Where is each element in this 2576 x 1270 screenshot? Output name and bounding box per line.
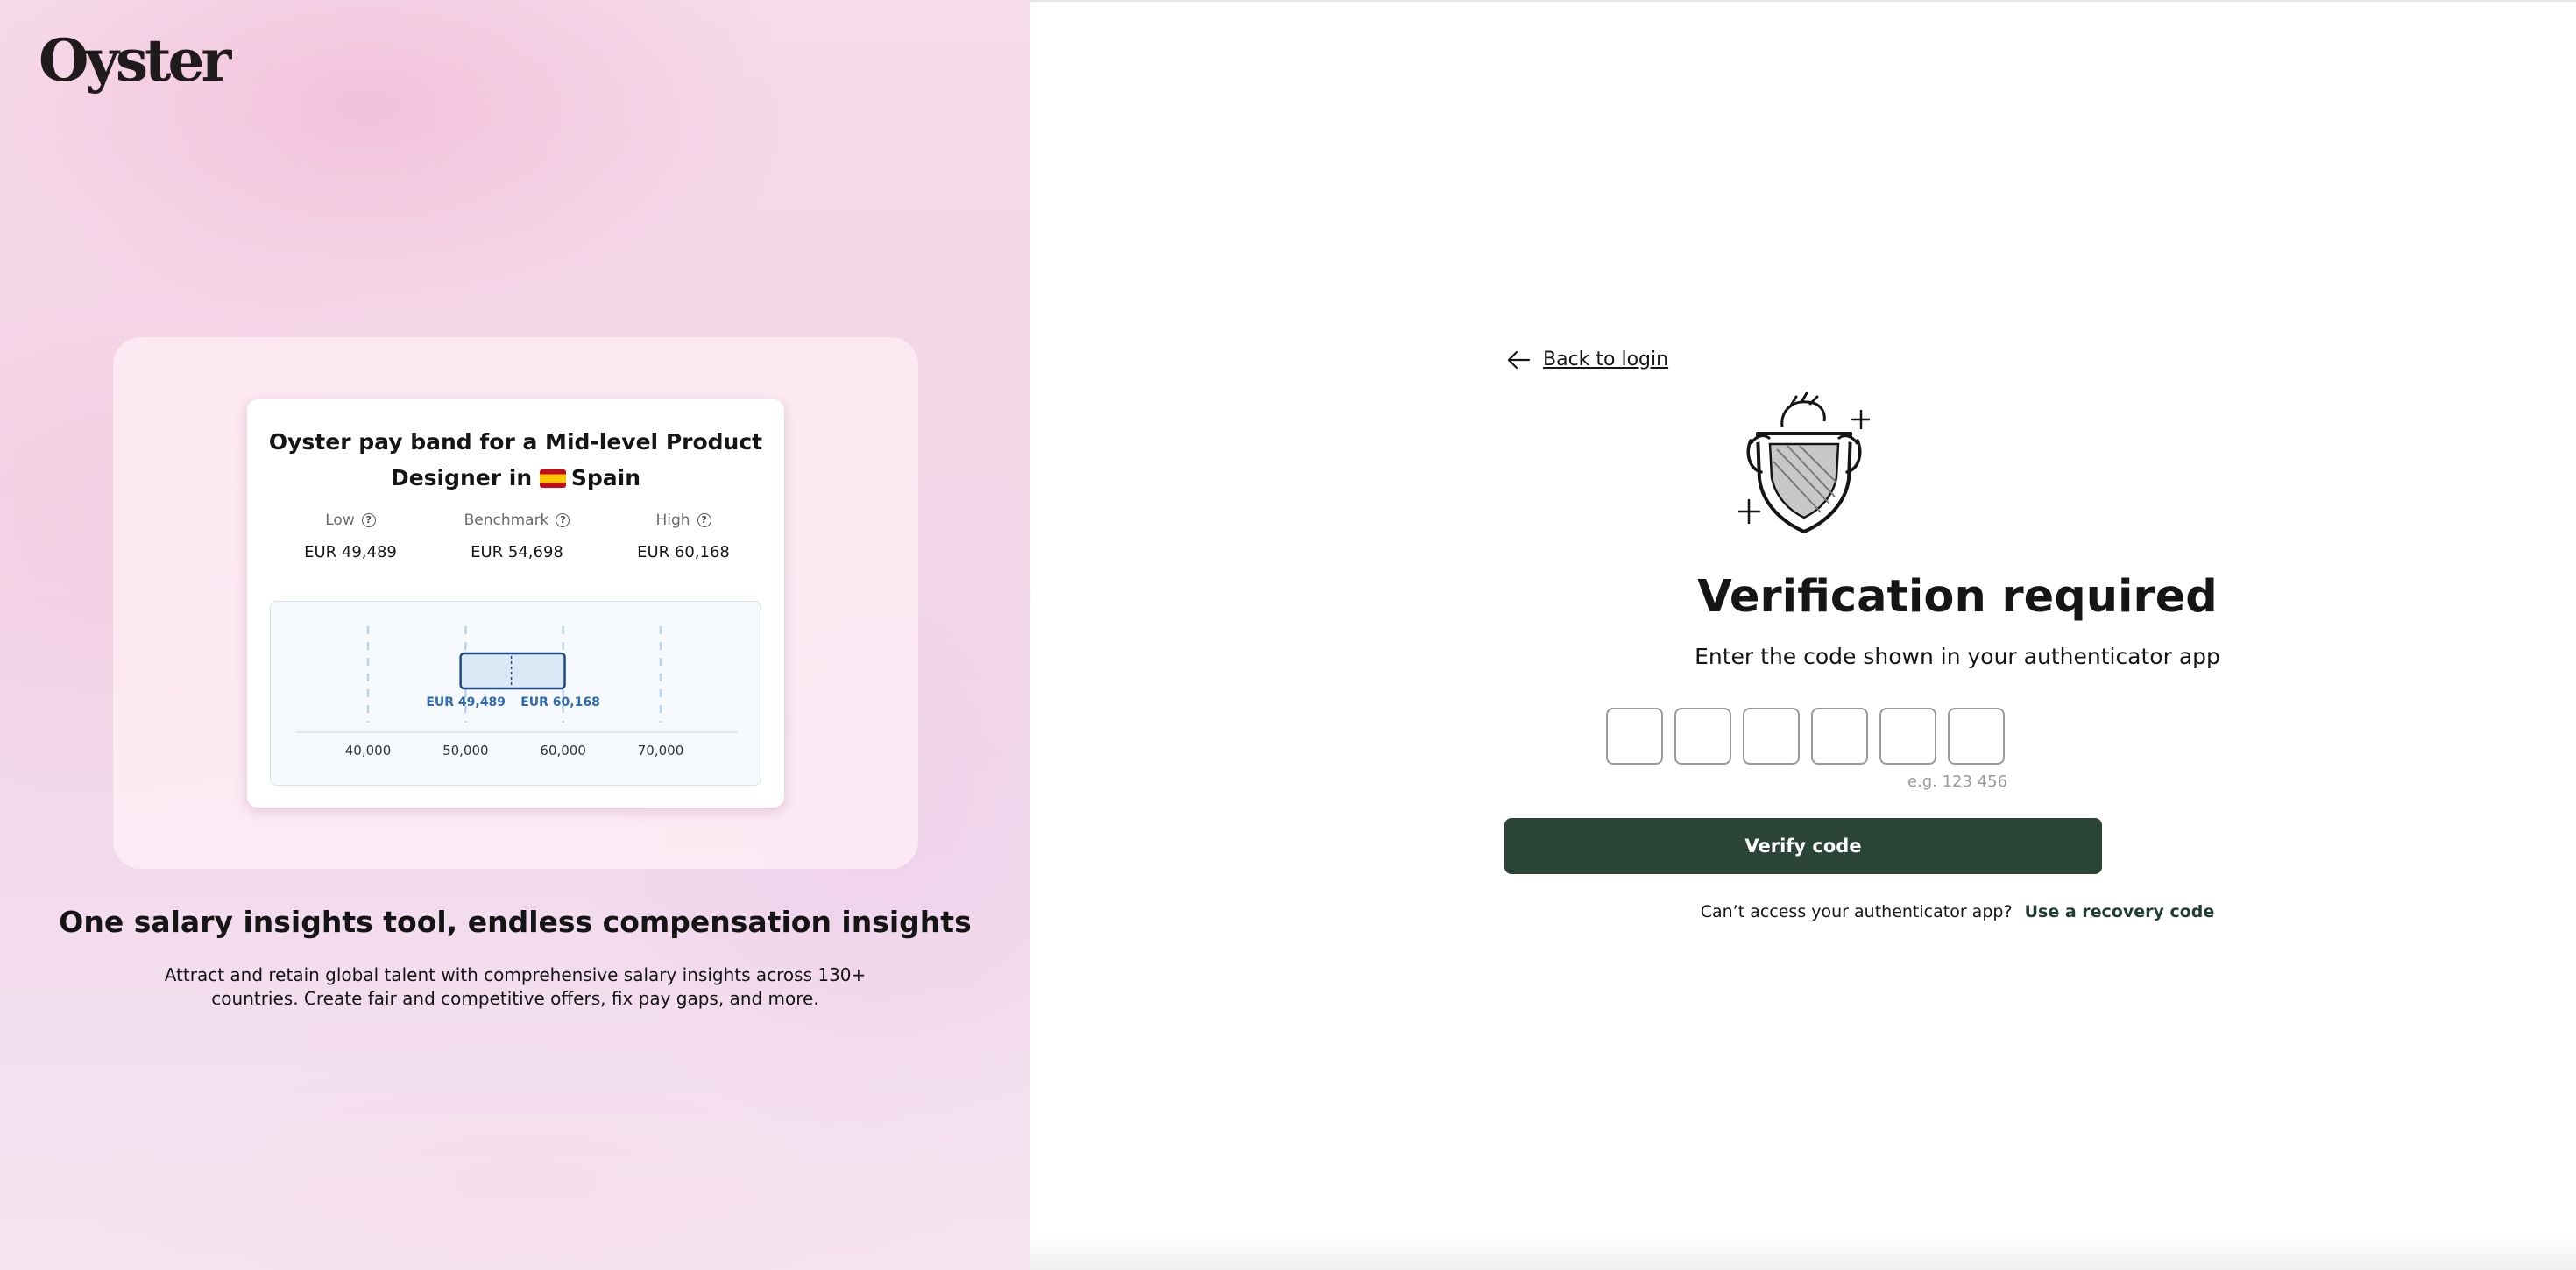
pay-band-title-prefix: Designer in [390,465,533,490]
code-digit-4[interactable] [1811,708,1868,765]
arrow-left-icon [1507,350,1531,369]
pay-band-title-line2: Designer in Spain [247,460,784,496]
promo-panel: Oyster Oyster pay band for a Mid-level P… [0,0,1030,1270]
pay-band-title-line1: Oyster pay band for a Mid-level Product [268,429,763,455]
code-digit-2[interactable] [1674,708,1731,765]
spain-flag-icon [539,469,566,488]
code-digit-6[interactable] [1948,708,2005,765]
stat-high-value: EUR 60,168 [637,543,730,561]
stat-low-value: EUR 49,489 [304,543,397,561]
auth-panel: Back to login Verification required Ente… [1030,0,2576,1270]
recovery-prompt: Can’t access your authenticator app? [1700,902,2013,921]
bottom-shadow [1030,1235,2576,1270]
pay-band-country: Spain [570,465,641,490]
stat-benchmark-label: Benchmark [464,512,549,529]
verify-code-button[interactable]: Verify code [1504,818,2102,874]
stat-high: High? EUR 60,168 [605,512,762,561]
use-recovery-code-link[interactable]: Use a recovery code [2025,902,2215,921]
promo-heading: One salary insights tool, endless compen… [59,905,972,939]
stat-benchmark-value: EUR 54,698 [471,543,563,561]
promo-description: Attract and retain global talent with co… [164,964,867,1009]
code-input-group [1606,708,2005,765]
help-icon[interactable]: ? [697,513,711,527]
pay-band-chart-svg: 40,000 50,000 60,000 70,000 EUR 49,489 EUR 60… [295,626,738,758]
verification-title: Verification required [1697,571,2218,623]
help-icon[interactable]: ? [361,513,376,527]
verification-subtitle: Enter the code shown in your authenticat… [1695,644,2220,669]
range-high-label: EUR 60,168 [520,695,600,709]
stat-low-label: Low [325,512,355,529]
stat-high-label: High [655,512,690,529]
code-digit-3[interactable] [1743,708,1800,765]
pay-band-chart: 40,000 50,000 60,000 70,000 EUR 49,489 EUR 60… [270,601,761,786]
x-tick-label: 50,000 [442,743,489,758]
shield-person-icon [1738,392,1870,533]
stat-low: Low? EUR 49,489 [272,512,429,561]
back-to-login-label: Back to login [1543,349,1669,370]
oyster-logo[interactable]: Oyster [39,26,231,95]
range-low-label: EUR 49,489 [426,695,506,709]
back-to-login-link[interactable]: Back to login [1506,349,1668,370]
code-hint: e.g. 123 456 [1907,773,2008,791]
stat-benchmark: Benchmark? EUR 54,698 [438,512,596,561]
help-icon[interactable]: ? [556,513,570,527]
pay-range-bar [459,652,566,690]
pay-band-title: Oyster pay band for a Mid-level Product … [247,424,784,496]
x-tick-label: 70,000 [638,743,684,758]
x-tick-label: 40,000 [345,743,392,758]
recovery-row: Can’t access your authenticator app? Use… [1030,902,2576,921]
code-digit-1[interactable] [1606,708,1663,765]
x-tick-label: 60,000 [540,743,586,758]
pay-band-card: Oyster pay band for a Mid-level Product … [247,399,784,808]
code-digit-5[interactable] [1879,708,1936,765]
